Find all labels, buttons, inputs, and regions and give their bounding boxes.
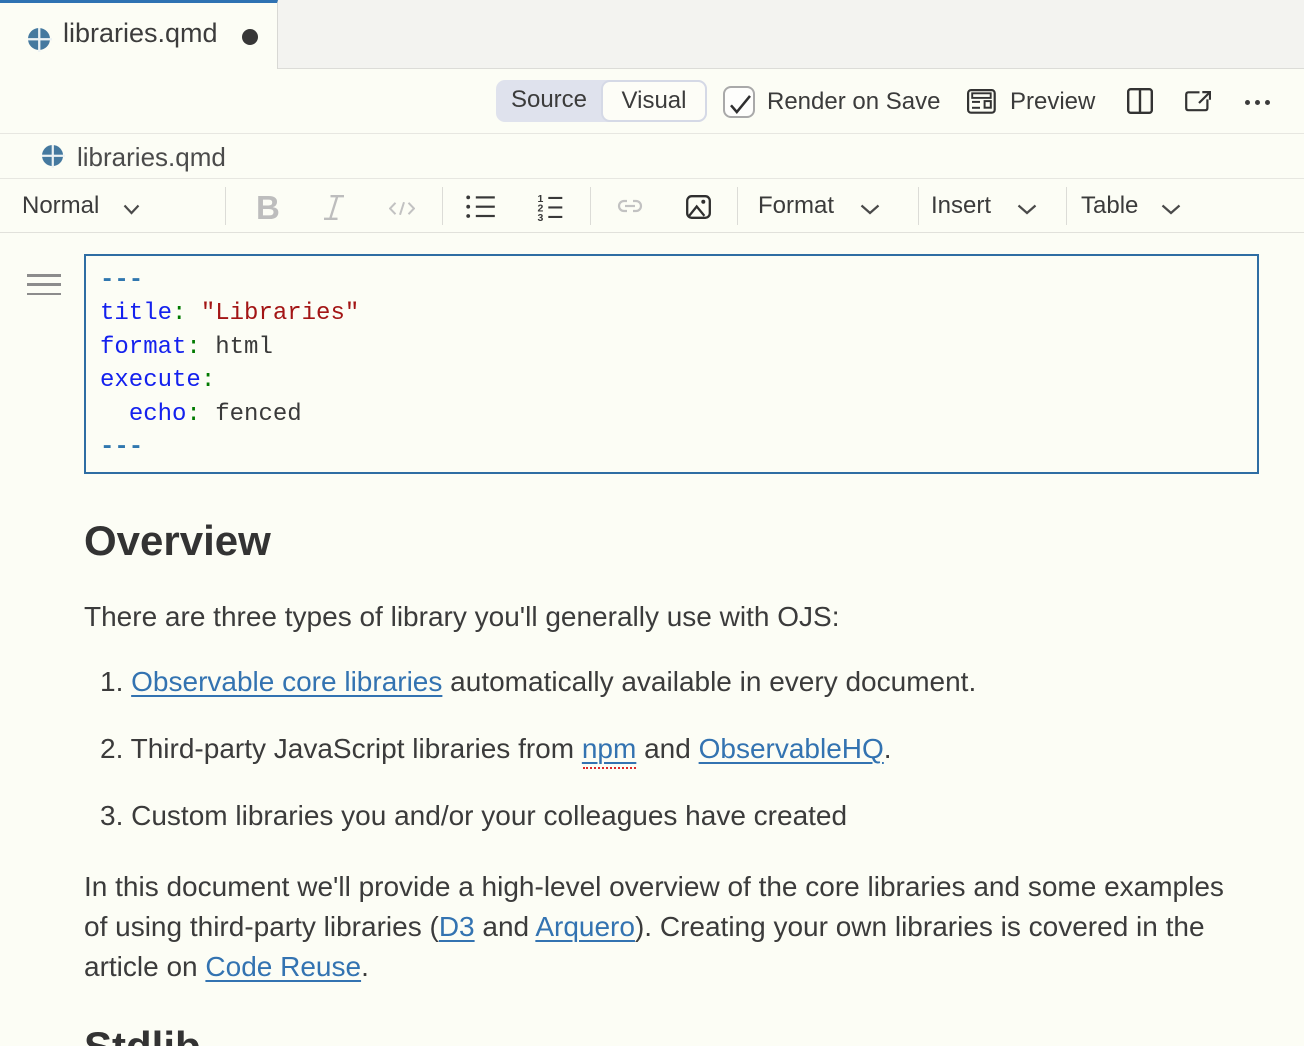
svg-text:3: 3 (538, 212, 544, 222)
